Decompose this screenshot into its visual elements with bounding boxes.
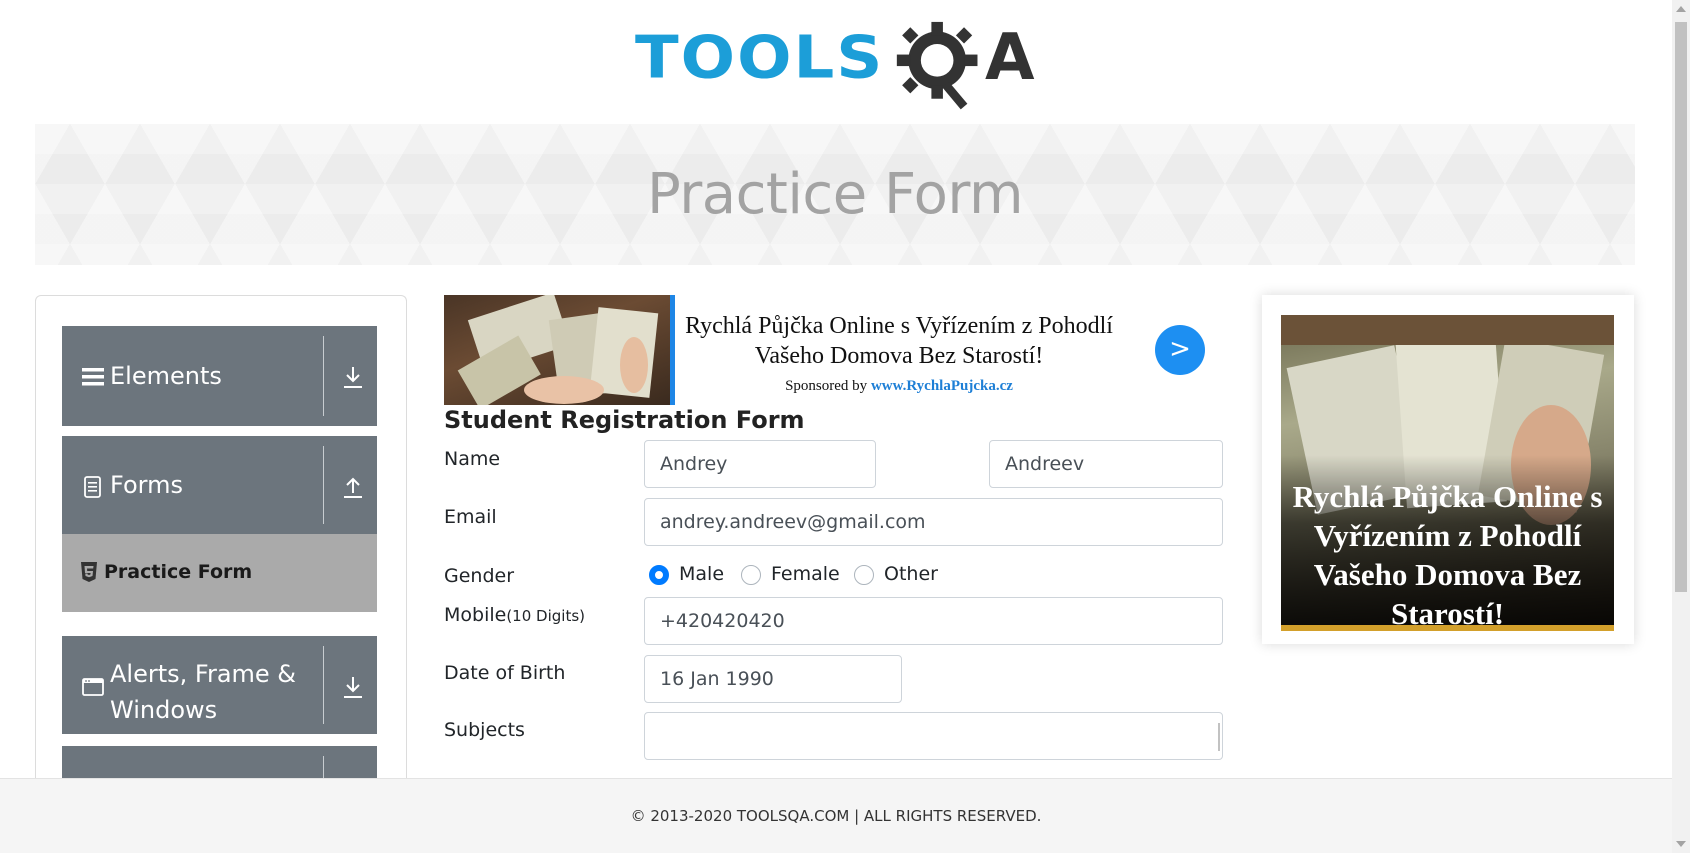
arrow-down-icon[interactable] <box>342 674 364 700</box>
last-name-input[interactable]: Andreev <box>989 440 1223 488</box>
logo-text-a: A <box>985 21 1035 95</box>
divider <box>323 646 324 724</box>
radio-button[interactable] <box>854 565 874 585</box>
html5-icon <box>81 562 97 582</box>
ad-headline[interactable]: Rychlá Půjčka Online s Vyřízením z Pohod… <box>1289 477 1606 625</box>
ad-stripe <box>670 295 675 405</box>
radio-button[interactable] <box>649 565 669 585</box>
ad-headline[interactable]: Rychlá Půjčka Online s Vyřízením z Pohod… <box>684 311 1114 371</box>
divider <box>323 446 324 524</box>
sidebar-group-label: Forms <box>110 471 183 499</box>
gender-radio-male[interactable]: Male <box>649 563 729 589</box>
dob-label: Date of Birth <box>444 662 566 684</box>
gender-option-label[interactable]: Other <box>884 563 938 585</box>
window-icon <box>82 678 104 696</box>
subjects-label: Subjects <box>444 719 525 741</box>
document-icon <box>84 476 101 498</box>
page-scrollbar[interactable] <box>1672 0 1690 853</box>
subjects-input[interactable] <box>644 712 1223 760</box>
arrow-down-icon[interactable] <box>342 364 364 390</box>
list-icon <box>82 368 104 386</box>
ad-accent-bar <box>1281 625 1614 631</box>
ad-go-button[interactable]: > <box>1155 325 1205 375</box>
money-photo-icon <box>457 295 659 405</box>
footer-copyright: © 2013-2020 TOOLSQA.COM | ALL RIGHTS RES… <box>630 807 1042 825</box>
sidebar-item-label: Practice Form <box>104 561 253 583</box>
ad-sponsor: Sponsored by www.RychlaPujcka.cz <box>684 378 1114 395</box>
sidebar-group-forms[interactable]: Forms <box>62 436 377 534</box>
gender-option-label[interactable]: Male <box>679 563 724 585</box>
gender-label: Gender <box>444 565 515 587</box>
sidebar-item-practice-form[interactable]: Practice Form <box>62 534 377 612</box>
name-label: Name <box>444 448 501 470</box>
ad-banner-top[interactable]: Rychlá Půjčka Online s Vyřízením z Pohod… <box>444 295 1214 405</box>
sidebar-group-label: Elements <box>110 362 222 390</box>
first-name-input[interactable]: Andrey <box>644 440 876 488</box>
ad-photo: Rychlá Půjčka Online s Vyřízením z Pohod… <box>1281 315 1614 625</box>
arrow-up-icon[interactable] <box>342 474 364 500</box>
gear-magnifier-icon <box>896 21 978 110</box>
ad-sponsor-prefix: Sponsored by <box>785 378 868 394</box>
sidebar-group-alerts-frame-windows[interactable]: Alerts, Frame & Windows <box>62 636 377 734</box>
sidebar: Elements Forms Practice Form Alerts, Fra… <box>35 295 407 795</box>
email-input[interactable]: andrey.andreev@gmail.com <box>644 498 1223 546</box>
ad-sidebar-right[interactable]: Rychlá Půjčka Online s Vyřízením z Pohod… <box>1262 295 1634 644</box>
mobile-label-text: Mobile <box>444 604 507 626</box>
mobile-input[interactable]: +420420420 <box>644 597 1223 645</box>
date-of-birth-input[interactable]: 16 Jan 1990 <box>644 655 902 703</box>
radio-button[interactable] <box>741 565 761 585</box>
logo-text-tools: TOOLS <box>635 23 885 93</box>
page-title: Practice Form <box>646 162 1024 227</box>
gender-radio-other[interactable]: Other <box>854 563 939 589</box>
scroll-up-icon[interactable] <box>1676 6 1686 12</box>
mobile-hint: (10 Digits) <box>506 607 585 625</box>
gender-radio-female[interactable]: Female <box>741 563 840 589</box>
email-label: Email <box>444 506 497 528</box>
ad-photo <box>444 295 670 405</box>
footer: © 2013-2020 TOOLSQA.COM | ALL RIGHTS RES… <box>0 778 1672 853</box>
page-banner: Practice Form <box>35 124 1635 265</box>
ad-sponsor-link[interactable]: www.RychlaPujcka.cz <box>871 378 1013 394</box>
sidebar-group-elements[interactable]: Elements <box>62 326 377 426</box>
scroll-down-icon[interactable] <box>1676 841 1686 847</box>
divider <box>323 336 324 416</box>
sidebar-group-label: Alerts, Frame & Windows <box>110 660 297 724</box>
scrollbar-thumb[interactable] <box>1675 22 1687 592</box>
gender-option-label[interactable]: Female <box>771 563 840 585</box>
form-title: Student Registration Form <box>444 406 805 434</box>
text-caret <box>1218 723 1220 751</box>
mobile-label: Mobile(10 Digits) <box>444 604 585 626</box>
toolsqa-logo[interactable]: TOOLS A <box>635 20 1045 112</box>
